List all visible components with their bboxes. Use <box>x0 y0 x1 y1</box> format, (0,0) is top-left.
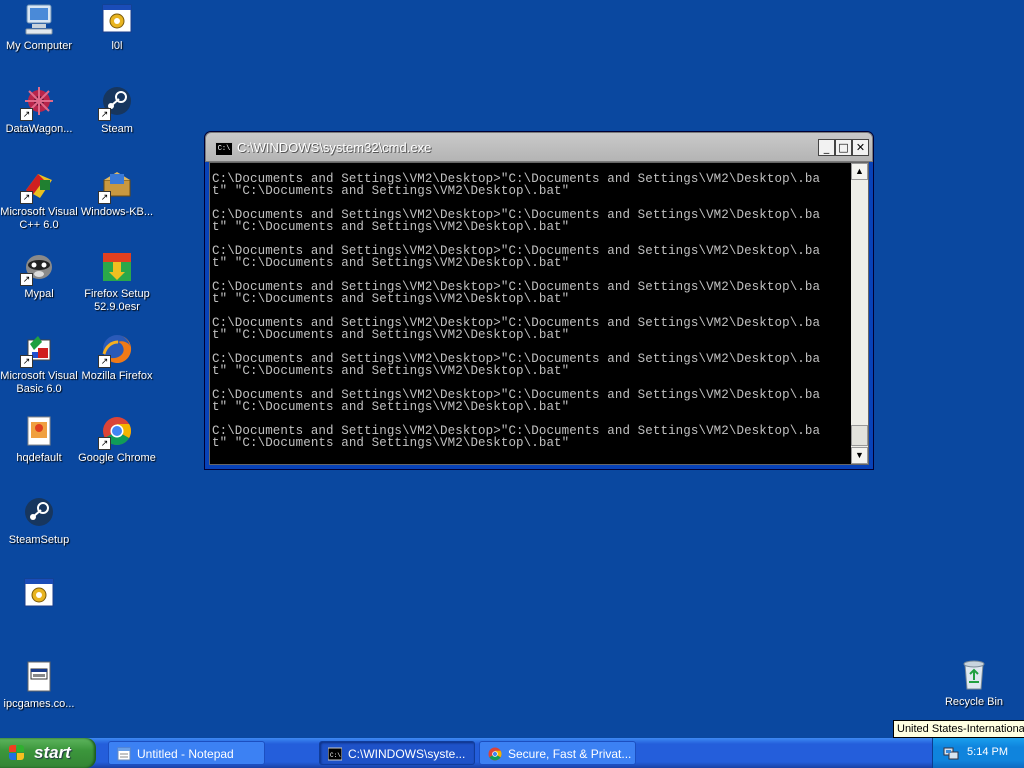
desktop-icon-mozilla-firefox[interactable]: ↗ Mozilla Firefox <box>76 332 158 383</box>
desktop-icon-label: ipcgames.co... <box>3 698 75 710</box>
cmd-titlebar[interactable]: C:\ C:\WINDOWS\system32\cmd.exe _ □ ✕ <box>205 132 873 162</box>
shortcut-arrow-icon: ↗ <box>98 191 111 204</box>
system-tray: 5:14 PM <box>932 738 1024 768</box>
chrome-icon <box>488 747 502 761</box>
visual-basic-icon: ↗ <box>20 332 56 368</box>
taskbar-button-cmd[interactable]: C:\ C:\WINDOWS\syste... <box>319 741 475 765</box>
desktop-icon-label: Mypal <box>24 288 54 300</box>
console-line: t" "C:\Documents and Settings\VM2\Deskto… <box>212 436 570 450</box>
shortcut-arrow-icon: ↗ <box>98 437 111 450</box>
desktop-icon-batch-file[interactable] <box>0 576 80 614</box>
shortcut-arrow-icon: ↗ <box>20 108 33 121</box>
desktop-icon-visual-basic[interactable]: ↗ Microsoft Visual Basic 6.0 <box>0 332 80 396</box>
desktop-icon-label: Mozilla Firefox <box>81 370 153 382</box>
language-tooltip: United States-International <box>893 720 1024 738</box>
console-line: t" "C:\Documents and Settings\VM2\Deskto… <box>212 328 570 342</box>
console-line: t" "C:\Documents and Settings\VM2\Deskto… <box>212 364 570 378</box>
visual-cpp-icon: ↗ <box>20 168 56 204</box>
desktop-icon-label: Microsoft Visual C++ 6.0 <box>0 206 78 231</box>
desktop-icon-label: Steam <box>101 123 133 135</box>
windows-flag-icon <box>9 745 25 761</box>
mypal-raccoon-icon: ↗ <box>20 250 56 286</box>
clock[interactable]: 5:14 PM <box>967 746 1008 758</box>
steam-icon: ↗ <box>98 85 134 121</box>
desktop-icon-label: Microsoft Visual Basic 6.0 <box>0 370 78 395</box>
cmd-window[interactable]: C:\ C:\WINDOWS\system32\cmd.exe _ □ ✕ C:… <box>205 132 873 469</box>
notepad-icon <box>117 747 131 761</box>
desktop-icon-label: hqdefault <box>16 452 62 464</box>
console-line: t" "C:\Documents and Settings\VM2\Deskto… <box>212 400 570 414</box>
desktop-icon-l0l[interactable]: l0l <box>76 2 158 53</box>
desktop-icon-label: Recycle Bin <box>944 696 1004 708</box>
desktop-icon-steamsetup[interactable]: SteamSetup <box>0 496 80 547</box>
desktop-icon-label: Firefox Setup 52.9.0esr <box>84 288 150 313</box>
taskbar-button-label: Secure, Fast & Privat... <box>508 747 632 761</box>
taskbar-button-label: C:\WINDOWS\syste... <box>348 747 466 761</box>
chrome-icon: ↗ <box>98 414 134 450</box>
vertical-scrollbar[interactable]: ▲ ▼ <box>851 163 868 464</box>
cmd-window-title: C:\WINDOWS\system32\cmd.exe <box>237 140 432 155</box>
desktop-icon-label: Google Chrome <box>78 452 156 464</box>
desktop-icon-datawagon[interactable]: ↗ DataWagon... <box>0 85 80 136</box>
taskbar-button-chrome[interactable]: Secure, Fast & Privat... <box>479 741 636 765</box>
shortcut-arrow-icon: ↗ <box>20 355 33 368</box>
taskbar: start Untitled - Notepad C:\ C:\WINDOWS\… <box>0 738 1024 768</box>
console-line: t" "C:\Documents and Settings\VM2\Deskto… <box>212 292 570 306</box>
shortcut-arrow-icon: ↗ <box>98 355 111 368</box>
desktop-icon-visual-cpp[interactable]: ↗ Microsoft Visual C++ 6.0 <box>0 168 80 232</box>
console-icon: C:\ <box>328 747 342 761</box>
shortcut-arrow-icon: ↗ <box>20 191 33 204</box>
start-label: start <box>34 743 71 762</box>
console-line: t" "C:\Documents and Settings\VM2\Deskto… <box>212 220 570 234</box>
maximize-button[interactable]: □ <box>835 139 852 156</box>
image-file-icon <box>22 414 56 448</box>
network-icon[interactable] <box>943 745 959 761</box>
recycle-bin-icon <box>957 658 991 692</box>
batch-file-icon <box>100 2 134 36</box>
batch-file-icon <box>22 576 56 610</box>
console-icon: C:\ <box>215 142 233 156</box>
desktop-icon-recycle-bin[interactable]: Recycle Bin <box>933 658 1015 709</box>
minimize-button[interactable]: _ <box>818 139 835 156</box>
svg-text:C:\: C:\ <box>330 752 341 759</box>
desktop-icon-label: My Computer <box>5 40 73 52</box>
console-area[interactable]: C:\Documents and Settings\VM2\Desktop>"C… <box>209 162 869 465</box>
taskbar-button-notepad[interactable]: Untitled - Notepad <box>108 741 265 765</box>
desktop-icon-hqdefault[interactable]: hqdefault <box>0 414 80 465</box>
start-button[interactable]: start <box>0 738 96 768</box>
desktop-icon-windows-kb[interactable]: ↗ Windows-KB... <box>76 168 158 219</box>
desktop-icon-label: l0l <box>111 40 123 52</box>
desktop-icon-mypal[interactable]: ↗ Mypal <box>0 250 80 301</box>
firefox-icon: ↗ <box>98 332 134 368</box>
datawagon-icon: ↗ <box>20 85 56 121</box>
desktop-icon-google-chrome[interactable]: ↗ Google Chrome <box>76 414 158 465</box>
desktop-icon-label: DataWagon... <box>5 123 73 135</box>
steam-setup-icon <box>22 496 56 530</box>
scroll-up-arrow-icon[interactable]: ▲ <box>851 163 868 180</box>
executable-file-icon <box>22 660 56 694</box>
desktop-icon-label: SteamSetup <box>8 534 70 546</box>
desktop-icon-label: Windows-KB... <box>80 206 154 218</box>
my-computer-icon <box>22 2 56 36</box>
shortcut-arrow-icon: ↗ <box>98 108 111 121</box>
console-output: C:\Documents and Settings\VM2\Desktop>"C… <box>212 173 852 450</box>
scrollbar-thumb[interactable] <box>851 425 868 446</box>
scroll-down-arrow-icon[interactable]: ▼ <box>851 447 868 464</box>
desktop-icon-ipcgames[interactable]: ipcgames.co... <box>0 660 80 711</box>
desktop-icon-my-computer[interactable]: My Computer <box>0 2 80 53</box>
setup-package-icon <box>100 250 134 284</box>
desktop-icon-firefox-setup[interactable]: Firefox Setup 52.9.0esr <box>76 250 158 314</box>
taskbar-button-label: Untitled - Notepad <box>137 747 234 761</box>
close-button[interactable]: ✕ <box>852 139 869 156</box>
desktop-icon-steam[interactable]: ↗ Steam <box>76 85 158 136</box>
console-line: t" "C:\Documents and Settings\VM2\Deskto… <box>212 256 570 270</box>
installer-package-icon: ↗ <box>98 168 134 204</box>
shortcut-arrow-icon: ↗ <box>20 273 33 286</box>
console-line: t" "C:\Documents and Settings\VM2\Deskto… <box>212 184 570 198</box>
